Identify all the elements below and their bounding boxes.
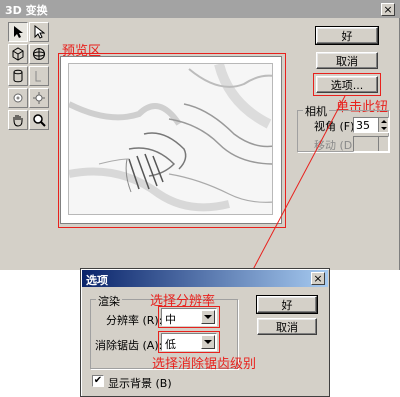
render-group-label: 渲染 bbox=[96, 293, 122, 309]
antialias-label: 消除锯齿 (A): bbox=[95, 339, 163, 352]
resolution-dropdown-button[interactable] bbox=[201, 310, 215, 324]
resolution-value: 中 bbox=[165, 313, 176, 326]
show-background-label: 显示背景 (B) bbox=[108, 377, 172, 390]
resolution-label: 分辨率 (R): bbox=[106, 314, 163, 327]
antialias-value: 低 bbox=[165, 338, 176, 351]
dialog-title: 选项 bbox=[86, 274, 108, 287]
antialias-annotation: 选择消除锯齿级别 bbox=[152, 357, 257, 372]
antialias-dropdown-button[interactable] bbox=[201, 335, 215, 349]
dialog-cancel-button[interactable]: 取消 bbox=[257, 318, 317, 335]
chevron-down-icon bbox=[204, 339, 212, 344]
show-background-checkbox[interactable]: ✔ bbox=[92, 375, 104, 387]
dialog-titlebar bbox=[82, 270, 328, 287]
chevron-down-icon bbox=[204, 314, 212, 319]
antialias-select[interactable]: 低 bbox=[161, 333, 217, 351]
dialog-close-button[interactable]: × bbox=[311, 272, 325, 285]
resolution-select[interactable]: 中 bbox=[161, 308, 217, 326]
dialog-ok-button[interactable]: 好 bbox=[256, 295, 318, 314]
